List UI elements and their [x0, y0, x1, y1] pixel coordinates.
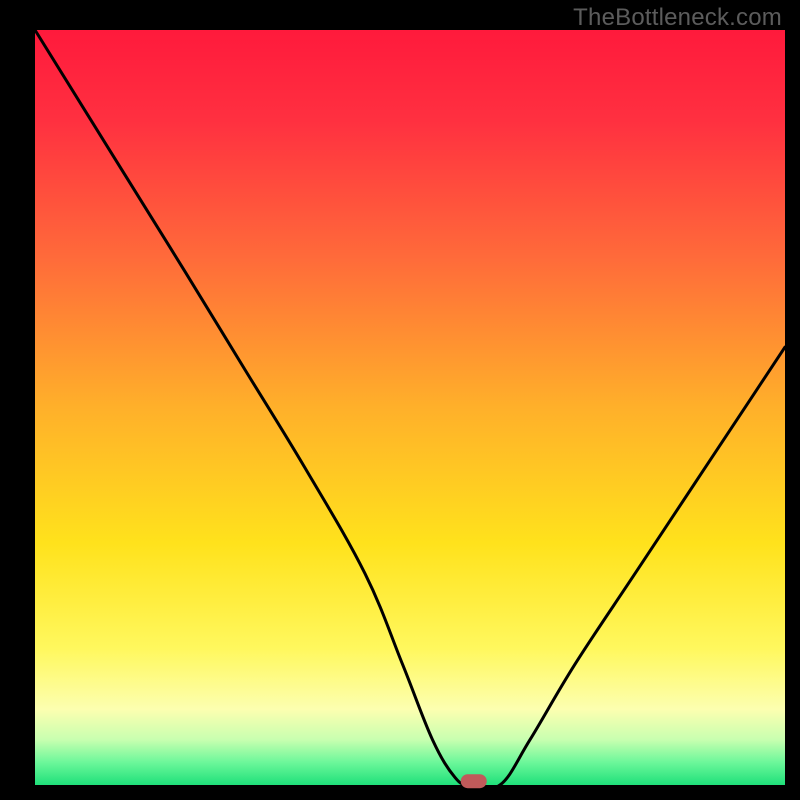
gradient-background	[35, 30, 785, 785]
chart-frame: TheBottleneck.com	[0, 0, 800, 800]
minimum-marker	[461, 774, 487, 788]
watermark-text: TheBottleneck.com	[573, 4, 782, 32]
bottleneck-chart	[0, 0, 800, 800]
